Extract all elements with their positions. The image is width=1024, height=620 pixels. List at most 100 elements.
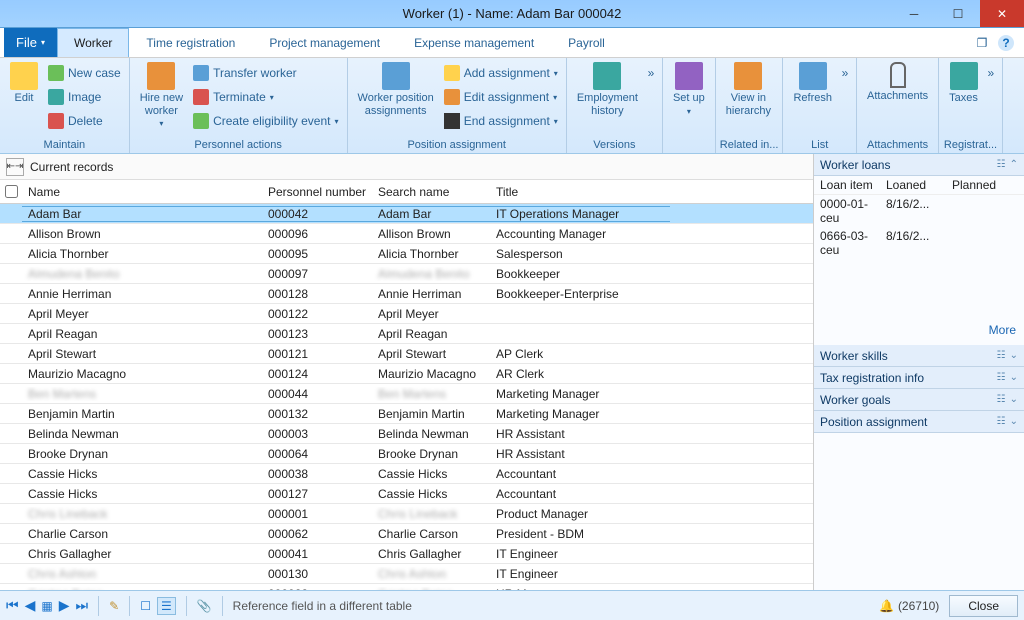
- tab-project-management[interactable]: Project management: [252, 28, 397, 57]
- col-personnel-number[interactable]: Personnel number: [262, 185, 372, 199]
- edit-button[interactable]: Edit: [4, 60, 44, 107]
- table-row[interactable]: Cristina Bates000022Cristina BatesHR Man…: [0, 584, 813, 590]
- hierarchy-icon: [734, 62, 762, 90]
- worker-position-assignments-button[interactable]: Worker position assignments: [352, 60, 440, 119]
- cell-personnel-number: 000095: [262, 247, 372, 261]
- cell-search-name: Maurizio Macagno: [372, 367, 490, 381]
- file-menu[interactable]: File ▾: [4, 28, 57, 57]
- attachments-button[interactable]: Attachments: [861, 60, 934, 105]
- col-name[interactable]: Name: [22, 185, 262, 199]
- cell-search-name: April Meyer: [372, 307, 490, 321]
- transfer-icon: [193, 65, 209, 81]
- tab-worker[interactable]: Worker: [57, 28, 129, 57]
- attach-button[interactable]: 📎: [197, 599, 212, 613]
- table-row[interactable]: Allison Brown000096Allison BrownAccounti…: [0, 224, 813, 244]
- minimize-button[interactable]: ─: [892, 0, 936, 27]
- table-row[interactable]: Ben Martens000044Ben MartensMarketing Ma…: [0, 384, 813, 404]
- table-row[interactable]: Annie Herriman000128Annie HerrimanBookke…: [0, 284, 813, 304]
- help-icon[interactable]: ?: [998, 35, 1014, 51]
- section-tax-registration[interactable]: Tax registration info☷⌄: [814, 367, 1024, 389]
- taxes-button[interactable]: Taxes: [943, 60, 984, 107]
- section-position-assignment[interactable]: Position assignment☷⌄: [814, 411, 1024, 433]
- next-record-button[interactable]: ▶: [59, 597, 70, 614]
- overflow-versions[interactable]: »: [644, 60, 658, 80]
- tab-payroll[interactable]: Payroll: [551, 28, 622, 57]
- hire-worker-button[interactable]: Hire new worker ▾: [134, 60, 189, 130]
- cell-title: IT Engineer: [490, 567, 670, 581]
- cell-title: IT Engineer: [490, 547, 670, 561]
- delete-button[interactable]: Delete: [48, 110, 121, 132]
- table-row[interactable]: Brooke Drynan000064Brooke DrynanHR Assis…: [0, 444, 813, 464]
- col-search-name[interactable]: Search name: [372, 185, 490, 199]
- table-row[interactable]: Benjamin Martin000132Benjamin MartinMark…: [0, 404, 813, 424]
- table-row[interactable]: Belinda Newman000003Belinda NewmanHR Ass…: [0, 424, 813, 444]
- expand-records-icon[interactable]: ⇤⇥: [6, 158, 24, 176]
- section-worker-goals[interactable]: Worker goals☷⌄: [814, 389, 1024, 411]
- employment-history-button[interactable]: Employment history: [571, 60, 644, 119]
- cell-name: Chris Gallagher: [22, 547, 262, 561]
- ribbon-group-related: View in hierarchy Related in...: [716, 58, 784, 153]
- loan-row[interactable]: 0666-03-ceu8/16/2...: [814, 227, 1024, 259]
- col-title[interactable]: Title: [490, 185, 670, 199]
- tab-time-registration[interactable]: Time registration: [129, 28, 252, 57]
- loans-more[interactable]: More: [814, 319, 1024, 341]
- new-case-button[interactable]: New case: [48, 62, 121, 84]
- grid-view-button[interactable]: ▦: [41, 599, 52, 613]
- cell-title: Accountant: [490, 467, 670, 481]
- window-close-button[interactable]: ✕: [980, 0, 1024, 27]
- collapse-icon: ⌃: [1006, 159, 1018, 170]
- last-record-button[interactable]: ⏭: [76, 597, 89, 614]
- overflow-registration[interactable]: »: [984, 60, 998, 80]
- prev-record-button[interactable]: ◀: [25, 597, 36, 614]
- edit-record-button[interactable]: ✎: [109, 599, 119, 613]
- table-row[interactable]: Chris Lineback000001Chris LinebackProduc…: [0, 504, 813, 524]
- alerts-indicator[interactable]: 🔔 (26710): [879, 599, 939, 613]
- chevron-down-icon: ▾: [159, 119, 163, 128]
- grid-header: Name Personnel number Search name Title: [0, 180, 813, 204]
- windows-icon[interactable]: ❐: [974, 35, 990, 51]
- select-all-checkbox[interactable]: [5, 185, 18, 198]
- overflow-list[interactable]: »: [838, 60, 852, 80]
- table-row[interactable]: Chris Gallagher000041Chris GallagherIT E…: [0, 544, 813, 564]
- table-row[interactable]: Maurizio Macagno000124Maurizio MacagnoAR…: [0, 364, 813, 384]
- chevron-down-icon: ▾: [335, 117, 339, 126]
- end-assignment-button[interactable]: End assignment▾: [444, 110, 558, 132]
- table-row[interactable]: April Meyer000122April Meyer: [0, 304, 813, 324]
- expand-icon: ⌄: [1006, 394, 1018, 405]
- table-row[interactable]: Charlie Carson000062Charlie CarsonPresid…: [0, 524, 813, 544]
- cell-name: Alicia Thornber: [22, 247, 262, 261]
- loan-row[interactable]: 0000-01-ceu8/16/2...: [814, 195, 1024, 227]
- setup-button[interactable]: Set up ▾: [667, 60, 711, 118]
- close-button[interactable]: Close: [949, 595, 1018, 617]
- ribbon-group-attachments: Attachments Attachments: [857, 58, 939, 153]
- table-row[interactable]: April Reagan000123April Reagan: [0, 324, 813, 344]
- maximize-button[interactable]: ☐: [936, 0, 980, 27]
- view-hierarchy-button[interactable]: View in hierarchy: [720, 60, 777, 119]
- image-button[interactable]: Image: [48, 86, 121, 108]
- table-row[interactable]: Adam Bar000042Adam BarIT Operations Mana…: [0, 204, 813, 224]
- edit-assignment-button[interactable]: Edit assignment▾: [444, 86, 558, 108]
- group-label-personnel: Personnel actions: [134, 137, 343, 153]
- view-list-button[interactable]: ☰: [157, 597, 176, 615]
- grid-body[interactable]: Adam Bar000042Adam BarIT Operations Mana…: [0, 204, 813, 590]
- table-row[interactable]: Chris Ashton000130Chris AshtonIT Enginee…: [0, 564, 813, 584]
- refresh-button[interactable]: Refresh: [787, 60, 838, 107]
- table-row[interactable]: Alicia Thornber000095Alicia ThornberSale…: [0, 244, 813, 264]
- cell-personnel-number: 000042: [262, 206, 372, 222]
- view-detail-button[interactable]: ☐: [140, 599, 151, 613]
- cell-name: Chris Ashton: [22, 567, 262, 581]
- section-worker-loans[interactable]: Worker loans ☷ ⌃: [814, 154, 1024, 176]
- tab-expense-management[interactable]: Expense management: [397, 28, 551, 57]
- table-row[interactable]: Cassie Hicks000038Cassie HicksAccountant: [0, 464, 813, 484]
- section-worker-skills[interactable]: Worker skills☷⌄: [814, 345, 1024, 367]
- transfer-worker-button[interactable]: Transfer worker: [193, 62, 338, 84]
- add-assignment-button[interactable]: Add assignment▾: [444, 62, 558, 84]
- create-eligibility-button[interactable]: Create eligibility event▾: [193, 110, 338, 132]
- table-row[interactable]: Cassie Hicks000127Cassie HicksAccountant: [0, 484, 813, 504]
- table-row[interactable]: April Stewart000121April StewartAP Clerk: [0, 344, 813, 364]
- cell-personnel-number: 000122: [262, 307, 372, 321]
- first-record-button[interactable]: ⏮: [6, 597, 19, 614]
- terminate-button[interactable]: Terminate▾: [193, 86, 338, 108]
- cell-name: Cassie Hicks: [22, 487, 262, 501]
- table-row[interactable]: Almudena Benito000097Almudena BenitoBook…: [0, 264, 813, 284]
